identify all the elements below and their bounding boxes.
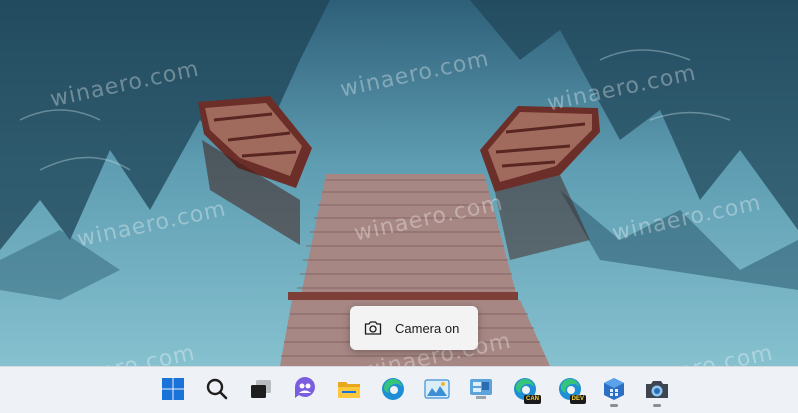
task-view-button[interactable] — [246, 374, 276, 404]
camera-app-icon — [646, 381, 668, 398]
chat-button[interactable] — [290, 374, 320, 404]
edge-canary-button[interactable]: CAN — [510, 374, 541, 404]
control-panel-icon — [470, 379, 492, 399]
dev-badge: DEV — [569, 395, 586, 404]
edge-dev-button[interactable]: DEV — [555, 374, 586, 404]
toast-label: Camera on — [395, 320, 460, 336]
file-explorer-icon — [338, 382, 360, 398]
start-icon — [162, 378, 184, 400]
camera-on-toast: Camera on — [350, 306, 478, 350]
taskbar: CAN DEV — [0, 366, 798, 413]
photos-icon — [424, 379, 450, 399]
app-installer-button[interactable] — [599, 374, 629, 407]
task-view-icon — [251, 380, 271, 398]
edge-icon — [382, 378, 404, 400]
file-explorer-button[interactable] — [334, 374, 364, 404]
search-button[interactable] — [202, 374, 232, 404]
running-indicator — [610, 404, 618, 407]
running-indicator — [653, 404, 661, 407]
chat-icon — [295, 377, 315, 398]
canary-badge: CAN — [524, 395, 541, 404]
search-icon — [206, 378, 228, 400]
camera-icon — [364, 321, 382, 335]
app-installer-icon — [604, 378, 624, 400]
photos-button[interactable] — [422, 374, 452, 404]
edge-button[interactable] — [378, 374, 408, 404]
camera-app-button[interactable] — [642, 374, 672, 407]
start-button[interactable] — [158, 374, 188, 404]
control-panel-button[interactable] — [466, 374, 496, 404]
